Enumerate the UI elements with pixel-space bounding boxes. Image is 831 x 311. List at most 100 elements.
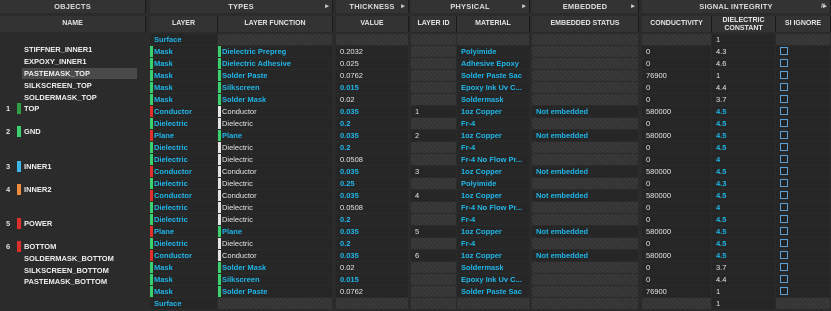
si-ignore-cell[interactable] <box>776 202 830 213</box>
cell-dk[interactable]: 4.5 <box>712 142 775 153</box>
cell-material[interactable]: Fr-4 <box>457 118 529 129</box>
cell-material[interactable]: Fr-4 <box>457 142 529 153</box>
cell-emb[interactable] <box>532 214 638 225</box>
group-thickness[interactable]: THICKNESS ▸ <box>336 0 409 13</box>
cell-layer[interactable]: Dielectric <box>150 178 217 189</box>
si-ignore-cell[interactable] <box>776 226 830 237</box>
column-header-name[interactable]: NAME <box>0 16 146 32</box>
cell-value[interactable]: 0.02 <box>336 262 408 273</box>
si-ignore-cell[interactable] <box>776 46 830 57</box>
cell-id[interactable] <box>411 118 456 129</box>
si-ignore-cell[interactable] <box>776 298 830 309</box>
cell-id[interactable] <box>411 94 456 105</box>
table-row[interactable]: Mask Solder Mask 0.02 Soldermask 0 3.7 <box>0 262 831 274</box>
si-ignore-checkbox[interactable] <box>780 143 788 151</box>
cell-layer[interactable]: Mask <box>150 70 217 81</box>
cell-emb[interactable] <box>532 154 638 165</box>
si-ignore-cell[interactable] <box>776 238 830 249</box>
cell-cond[interactable]: 0 <box>642 214 711 225</box>
si-ignore-checkbox[interactable] <box>780 251 788 259</box>
cell-emb[interactable] <box>532 142 638 153</box>
cell-material[interactable] <box>457 34 529 45</box>
cell-cond[interactable]: 580000 <box>642 166 711 177</box>
expand-arrow-icon[interactable]: ▸ <box>401 0 405 13</box>
cell-material[interactable]: Fr-4 <box>457 214 529 225</box>
cell-layer[interactable]: Dielectric <box>150 214 217 225</box>
cell-id[interactable] <box>411 34 456 45</box>
cell-id[interactable] <box>411 82 456 93</box>
si-ignore-cell[interactable] <box>776 34 830 45</box>
si-ignore-checkbox[interactable] <box>780 179 788 187</box>
si-ignore-cell[interactable] <box>776 130 830 141</box>
si-ignore-checkbox[interactable] <box>780 263 788 271</box>
cell-material[interactable]: Adhesive Epoxy <box>457 58 529 69</box>
cell-material[interactable]: 1oz Copper <box>457 190 529 201</box>
expand-arrow-icon[interactable]: ▸ <box>522 0 526 13</box>
si-ignore-cell[interactable] <box>776 94 830 105</box>
cell-material[interactable]: Polyimide <box>457 178 529 189</box>
cell-dk[interactable]: 4.5 <box>712 130 775 141</box>
cell-emb[interactable]: Not embedded <box>532 226 638 237</box>
cell-cond[interactable]: 0 <box>642 118 711 129</box>
cell-dk[interactable]: 4.5 <box>712 106 775 117</box>
cell-dk[interactable]: 3.7 <box>712 94 775 105</box>
cell-emb[interactable] <box>532 298 638 309</box>
cell-layer[interactable]: Conductor <box>150 106 217 117</box>
cell-material[interactable]: 1oz Copper <box>457 166 529 177</box>
cell-id[interactable] <box>411 214 456 225</box>
cell-cond[interactable]: 0 <box>642 274 711 285</box>
cell-func[interactable] <box>218 298 332 309</box>
table-row[interactable]: Mask Solder Paste 0.0762 Solder Paste Sac 76… <box>0 286 831 298</box>
cell-layer[interactable]: Plane <box>150 226 217 237</box>
table-row[interactable]: Conductor Conductor 0.035 1 1oz Copper Not em… <box>0 106 831 118</box>
cell-material[interactable]: Solder Paste Sac <box>457 286 529 297</box>
cell-func[interactable]: Dielectric <box>218 238 332 249</box>
si-ignore-cell[interactable] <box>776 154 830 165</box>
cell-id[interactable] <box>411 262 456 273</box>
table-row[interactable]: Surface 1 <box>0 34 831 46</box>
cell-material[interactable]: Epoxy Ink Uv C... <box>457 274 529 285</box>
column-header-layer-function[interactable]: LAYER FUNCTION <box>218 16 333 32</box>
table-row[interactable]: Mask Silkscreen 0.015 Epoxy Ink Uv C... 0 4.4 <box>0 82 831 94</box>
cell-emb[interactable]: Not embedded <box>532 166 638 177</box>
group-types[interactable]: TYPES ▸ <box>150 0 333 13</box>
cell-cond[interactable]: 0 <box>642 178 711 189</box>
cell-emb[interactable] <box>532 46 638 57</box>
column-header-conductivity[interactable]: CONDUCTIVITY <box>642 16 712 32</box>
cell-cond[interactable]: 580000 <box>642 250 711 261</box>
cell-cond[interactable]: 580000 <box>642 106 711 117</box>
cell-func[interactable]: Conductor <box>218 106 332 117</box>
cell-value[interactable]: 0.2 <box>336 142 408 153</box>
cell-layer[interactable]: Dielectric <box>150 142 217 153</box>
cell-value[interactable] <box>336 298 408 309</box>
cell-value[interactable]: 0.035 <box>336 226 408 237</box>
table-row[interactable]: Conductor Conductor 0.035 3 1oz Copper Not em… <box>0 166 831 178</box>
cell-material[interactable] <box>457 298 529 309</box>
cell-material[interactable]: Soldermask <box>457 94 529 105</box>
expand-arrow-icon[interactable]: ▸ <box>631 0 635 13</box>
si-ignore-checkbox[interactable] <box>780 167 788 175</box>
cell-material[interactable]: Epoxy Ink Uv C... <box>457 82 529 93</box>
cell-func[interactable]: Silkscreen <box>218 82 332 93</box>
cell-layer[interactable]: Plane <box>150 130 217 141</box>
group-signal-integrity[interactable]: SIGNAL INTEGRITY ▸ <box>642 0 831 13</box>
group-embedded[interactable]: EMBEDDED ▸ <box>532 0 639 13</box>
cell-material[interactable]: 1oz Copper <box>457 250 529 261</box>
cell-emb[interactable] <box>532 178 638 189</box>
cell-id[interactable] <box>411 298 456 309</box>
cell-emb[interactable]: Not embedded <box>532 106 638 117</box>
column-header-dielectric-constant[interactable]: DIELECTRIC CONSTANT <box>712 16 776 32</box>
cell-func[interactable]: Dielectric <box>218 118 332 129</box>
si-ignore-checkbox[interactable] <box>780 227 788 235</box>
cell-cond[interactable]: 580000 <box>642 190 711 201</box>
cell-material[interactable]: Fr-4 No Flow Pr... <box>457 202 529 213</box>
si-ignore-cell[interactable] <box>776 286 830 297</box>
cell-layer[interactable]: Mask <box>150 286 217 297</box>
cell-id[interactable] <box>411 154 456 165</box>
cell-id[interactable] <box>411 178 456 189</box>
si-ignore-cell[interactable] <box>776 82 830 93</box>
si-ignore-cell[interactable] <box>776 166 830 177</box>
table-row[interactable]: Dielectric Dielectric 0.2 Fr-4 0 4.5 <box>0 118 831 130</box>
si-ignore-checkbox[interactable] <box>780 83 788 91</box>
cell-value[interactable]: 0.035 <box>336 106 408 117</box>
